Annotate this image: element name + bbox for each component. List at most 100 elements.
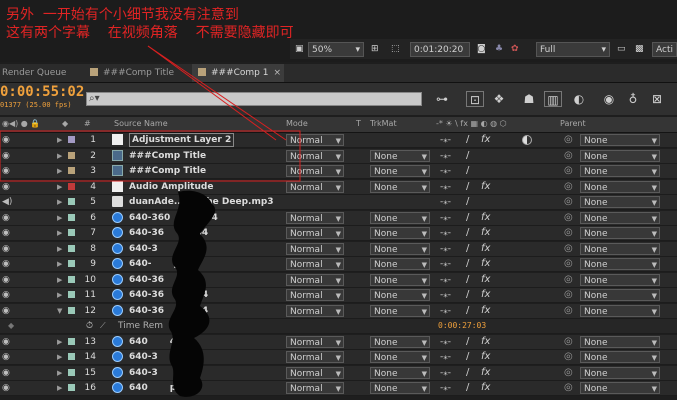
collapse-triangle-icon[interactable]: ▼ xyxy=(57,304,62,318)
effect-switch-icon[interactable]: fx xyxy=(481,273,490,287)
quality-switch-icon[interactable]: / xyxy=(466,335,469,349)
graph-editor-icon[interactable]: ◉ xyxy=(600,91,618,107)
trkmat-header[interactable]: TrkMat xyxy=(370,119,397,128)
effect-switch-icon[interactable]: fx xyxy=(481,288,490,302)
always-preview-icon[interactable]: ▣ xyxy=(292,42,306,57)
close-icon[interactable]: × xyxy=(273,68,281,78)
layer-row[interactable]: ◉▶136404-⁎-/fxNormal▼None▼◎None▼ xyxy=(0,335,677,350)
expand-triangle-icon[interactable]: ▶ xyxy=(57,133,62,147)
expand-triangle-icon[interactable]: ▶ xyxy=(57,366,62,380)
shy-switch-icon[interactable]: -⁎- xyxy=(440,335,451,349)
pick-whip-icon[interactable]: ◎ xyxy=(564,257,573,271)
hide-shy-layers-icon[interactable]: ☗ xyxy=(520,91,538,107)
mode-dropdown[interactable]: Normal ▼ xyxy=(286,181,344,193)
pick-whip-icon[interactable]: ◎ xyxy=(564,242,573,256)
visibility-eye-icon[interactable]: ◉ xyxy=(2,288,12,302)
layer-row[interactable]: ◉▶6640-360.mp4-⁎-/fxNormal▼None▼◎None▼ xyxy=(0,211,677,226)
expand-triangle-icon[interactable]: ▶ xyxy=(57,335,62,349)
expand-triangle-icon[interactable]: ▶ xyxy=(57,195,62,209)
visibility-eye-icon[interactable]: ◉ xyxy=(2,335,12,349)
pick-whip-icon[interactable]: ◎ xyxy=(564,304,573,318)
pick-whip-icon[interactable]: ◎ xyxy=(564,350,573,364)
quality-switch-icon[interactable]: / xyxy=(466,180,469,194)
parent-dropdown[interactable]: None ▼ xyxy=(580,305,660,317)
mode-dropdown[interactable]: Normal ▼ xyxy=(286,165,344,177)
active-camera-dropdown[interactable]: Acti xyxy=(652,42,677,57)
pick-whip-icon[interactable]: ◎ xyxy=(564,180,573,194)
shy-switch-icon[interactable]: -⁎- xyxy=(440,211,451,225)
layer-name[interactable]: ###Comp Title xyxy=(129,164,206,178)
draft-3d-icon[interactable]: ❖ xyxy=(490,91,508,107)
expand-triangle-icon[interactable]: ▶ xyxy=(57,149,62,163)
parent-dropdown[interactable]: None ▼ xyxy=(580,165,660,177)
expand-triangle-icon[interactable]: ▶ xyxy=(57,257,62,271)
layer-row[interactable]: ◉ ▶ 3 ###Comp Title -⁎- / Normal ▼ None ▼ ◎ None ▼ xyxy=(0,164,677,179)
trkmat-dropdown[interactable]: None ▼ xyxy=(370,243,430,255)
shy-switch-icon[interactable]: -⁎- xyxy=(440,257,451,271)
layer-row[interactable]: ◉▶14640-3mp4-⁎-/fxNormal▼None▼◎None▼ xyxy=(0,350,677,365)
shy-switch-icon[interactable]: -⁎- xyxy=(440,242,451,256)
parent-dropdown[interactable]: None ▼ xyxy=(580,336,660,348)
trkmat-dropdown[interactable]: None ▼ xyxy=(370,289,430,301)
audio-toggle-icon[interactable]: ◀) xyxy=(2,195,12,209)
parent-dropdown[interactable]: None ▼ xyxy=(580,382,660,394)
trkmat-dropdown[interactable]: None ▼ xyxy=(370,150,430,162)
trkmat-dropdown[interactable]: None ▼ xyxy=(370,165,430,177)
quality-switch-icon[interactable]: / xyxy=(466,288,469,302)
trkmat-dropdown[interactable]: None ▼ xyxy=(370,258,430,270)
parent-dropdown[interactable]: None ▼ xyxy=(580,212,660,224)
visibility-eye-icon[interactable]: ◉ xyxy=(2,164,12,178)
layer-row[interactable]: ◀)▶5duanAde... In The Deep.mp3-⁎-/◎None▼ xyxy=(0,195,677,210)
parent-dropdown[interactable]: None ▼ xyxy=(580,274,660,286)
pick-whip-icon[interactable]: ◎ xyxy=(564,226,573,240)
graph-icon[interactable]: ⟋ xyxy=(100,319,106,333)
expand-triangle-icon[interactable]: ▶ xyxy=(57,288,62,302)
expand-triangle-icon[interactable]: ▶ xyxy=(57,242,62,256)
pick-whip-icon[interactable]: ◎ xyxy=(564,366,573,380)
parent-header[interactable]: Parent xyxy=(560,119,586,128)
effect-switch-icon[interactable]: fx xyxy=(481,133,490,147)
visibility-eye-icon[interactable]: ◉ xyxy=(2,257,12,271)
mode-dropdown[interactable]: Normal ▼ xyxy=(286,212,344,224)
pick-whip-icon[interactable]: ◎ xyxy=(564,164,573,178)
expand-triangle-icon[interactable]: ▶ xyxy=(57,350,62,364)
mode-dropdown[interactable]: Normal ▼ xyxy=(286,289,344,301)
layer-row[interactable]: ◉▶10640-364-⁎-/fxNormal▼None▼◎None▼ xyxy=(0,273,677,288)
resolution-dropdown[interactable]: Full ▾ xyxy=(536,42,610,57)
shy-switch-icon[interactable]: -⁎- xyxy=(440,164,451,178)
label-color-swatch[interactable] xyxy=(68,369,75,376)
timeline-timecode[interactable]: 0:00:55:02 xyxy=(0,84,84,100)
visibility-eye-icon[interactable]: ◉ xyxy=(2,381,12,395)
parent-dropdown[interactable]: None ▼ xyxy=(580,150,660,162)
mode-header[interactable]: Mode xyxy=(286,119,308,128)
tab-render-queue[interactable]: Render Queue xyxy=(0,64,80,82)
trkmat-dropdown[interactable]: None ▼ xyxy=(370,274,430,286)
pick-whip-icon[interactable]: ◎ xyxy=(564,335,573,349)
visibility-eye-icon[interactable]: ◉ xyxy=(2,133,12,147)
label-color-swatch[interactable] xyxy=(68,167,75,174)
effect-switch-icon[interactable]: fx xyxy=(481,350,490,364)
motion-blur-icon[interactable]: ◐ xyxy=(570,91,588,107)
expand-triangle-icon[interactable]: ▶ xyxy=(57,381,62,395)
visibility-eye-icon[interactable]: ◉ xyxy=(2,242,12,256)
label-color-swatch[interactable] xyxy=(68,338,75,345)
keyframe-nav-icon[interactable]: ◆ xyxy=(8,319,14,333)
label-color-swatch[interactable] xyxy=(68,307,75,314)
fast-preview-icon[interactable]: ▭ xyxy=(614,42,630,57)
label-color-swatch[interactable] xyxy=(68,260,75,267)
trkmat-dropdown[interactable]: None ▼ xyxy=(370,227,430,239)
trkmat-dropdown[interactable]: None ▼ xyxy=(370,351,430,363)
parent-dropdown[interactable]: None ▼ xyxy=(580,227,660,239)
property-value[interactable]: 0:00:27:03 xyxy=(438,319,486,333)
label-color-swatch[interactable] xyxy=(68,136,75,143)
shy-switch-icon[interactable]: -⁎- xyxy=(440,133,451,147)
quality-switch-icon[interactable]: / xyxy=(466,257,469,271)
current-time-display[interactable]: 0:01:20:20 xyxy=(410,42,470,57)
channel-icon[interactable]: ✿ xyxy=(508,42,522,57)
shy-switch-icon[interactable]: -⁎- xyxy=(440,381,451,395)
shy-switch-icon[interactable]: -⁎- xyxy=(440,273,451,287)
quality-switch-icon[interactable]: / xyxy=(466,164,469,178)
shy-switch-icon[interactable]: -⁎- xyxy=(440,149,451,163)
quality-switch-icon[interactable]: / xyxy=(466,149,469,163)
quality-switch-icon[interactable]: / xyxy=(466,273,469,287)
